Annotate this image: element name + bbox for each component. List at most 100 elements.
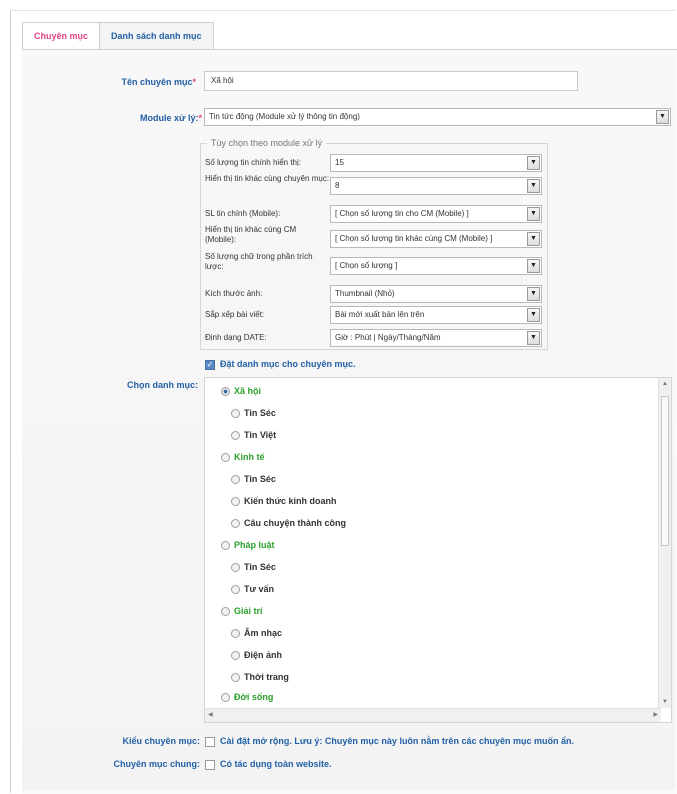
radio-icon[interactable]	[231, 651, 240, 661]
radio-icon[interactable]	[231, 563, 240, 573]
option-label: SL tin chính (Mobile):	[205, 209, 281, 218]
name-label: Tên chuyên mục*	[92, 77, 196, 87]
tree-node[interactable]: Tin Séc	[231, 473, 276, 485]
chevron-down-icon[interactable]: ▼	[527, 287, 540, 301]
tree-node[interactable]: Âm nhạc	[231, 627, 282, 639]
tab-bar: Chuyên mục Danh sách danh mục	[22, 22, 214, 50]
option-select[interactable]: 8 ▼	[330, 177, 542, 195]
radio-icon[interactable]	[221, 453, 230, 463]
tree-node-label: Giải trí	[234, 606, 263, 616]
radio-icon[interactable]	[221, 607, 230, 617]
module-label-text: Module xử lý:	[139, 113, 199, 123]
option-value: Giờ : Phút | Ngày/Tháng/Năm	[335, 333, 441, 342]
option-select[interactable]: Thumbnail (Nhỏ) ▼	[330, 285, 542, 303]
module-options-legend: Tùy chọn theo module xử lý	[211, 138, 323, 148]
module-select[interactable]: Tin tức động (Module xử lý thông tin độn…	[204, 108, 671, 126]
tree-node[interactable]: Giải trí	[221, 605, 263, 617]
option-value: [ Chọn số lượng tin khác cùng CM (Mobile…	[335, 234, 493, 243]
option-select[interactable]: Giờ : Phút | Ngày/Tháng/Năm ▼	[330, 329, 542, 347]
tree-node-label: Tin Séc	[244, 408, 276, 418]
tree-node[interactable]: Kiến thức kinh doanh	[231, 495, 337, 507]
radio-icon[interactable]	[231, 431, 240, 441]
chevron-down-icon[interactable]: ▼	[527, 331, 540, 345]
tree-node[interactable]: Xã hội	[221, 385, 261, 397]
radio-icon[interactable]	[231, 475, 240, 485]
tree-vertical-scrollbar[interactable]: ▲ ▼	[658, 378, 671, 708]
tree-node[interactable]: Pháp luật	[221, 539, 275, 551]
radio-icon[interactable]	[231, 673, 240, 683]
radio-icon[interactable]	[231, 497, 240, 507]
option-label: Kích thước ảnh:	[205, 289, 263, 298]
tree-node[interactable]: Tin Séc	[231, 561, 276, 573]
kieu-chuyen-muc-checkbox[interactable]	[205, 737, 215, 747]
set-category-checkbox[interactable]: ✓	[205, 360, 215, 370]
category-tree[interactable]: Xã hội Tin Séc Tin Việt Kinh tế Tin Séc …	[204, 377, 672, 723]
option-select[interactable]: [ Chọn số lượng ] ▼	[330, 257, 542, 275]
radio-icon[interactable]	[231, 519, 240, 529]
tree-node-label: Tin Séc	[244, 562, 276, 572]
tree-node-label: Thời trang	[244, 672, 289, 682]
option-label: Số lượng tin chính hiển thị:	[205, 158, 301, 167]
scroll-up-icon[interactable]: ▲	[662, 381, 668, 387]
required-mark: *	[192, 77, 196, 87]
chuyen-muc-chung-checkbox[interactable]	[205, 760, 215, 770]
radio-icon[interactable]	[221, 693, 230, 703]
tree-node-label: Điện ảnh	[244, 650, 283, 660]
tree-node[interactable]: Câu chuyện thành công	[231, 517, 346, 529]
tree-node-label: Tin Séc	[244, 474, 276, 484]
option-label: Định dạng DATE:	[205, 333, 267, 342]
tree-node-label: Tin Việt	[244, 430, 277, 440]
tree-node-label: Xã hội	[234, 386, 262, 396]
tree-node-label: Kinh tế	[234, 452, 265, 462]
option-select[interactable]: Bài mới xuất bản lên trên ▼	[330, 306, 542, 324]
scroll-left-icon[interactable]: ◀	[208, 711, 213, 718]
tree-node[interactable]: Đời sống	[221, 691, 273, 703]
option-label: Hiển thị tin khác cùng chuyên mục:	[205, 174, 330, 183]
tree-node-label: Kiến thức kinh doanh	[244, 496, 337, 506]
set-category-label: Đặt danh mục cho chuyên mục.	[220, 359, 356, 369]
chevron-down-icon[interactable]: ▼	[527, 207, 540, 221]
tree-node[interactable]: Tin Việt	[231, 429, 276, 441]
tree-node[interactable]: Thời trang	[231, 671, 289, 683]
chevron-down-icon[interactable]: ▼	[527, 308, 540, 322]
required-mark: *	[198, 113, 202, 123]
scrollbar-thumb[interactable]	[661, 396, 669, 546]
tree-node[interactable]: Kinh tế	[221, 451, 265, 463]
option-label: Số lượng chữ trong phần trích lược:	[205, 252, 313, 271]
option-value: Bài mới xuất bản lên trên	[335, 310, 425, 319]
kieu-chuyen-muc-text: Cài đặt mở rộng. Lưu ý: Chuyên mục này l…	[220, 736, 574, 746]
tree-node[interactable]: Tư vấn	[231, 583, 274, 595]
scroll-down-icon[interactable]: ▼	[662, 699, 668, 705]
option-label: Sắp xếp bài viết:	[205, 310, 265, 319]
chevron-down-icon[interactable]: ▼	[527, 179, 540, 193]
chevron-down-icon[interactable]: ▼	[656, 110, 669, 124]
radio-icon[interactable]	[231, 585, 240, 595]
radio-icon[interactable]	[221, 541, 230, 551]
option-value: 15	[335, 158, 344, 167]
chuyen-muc-chung-label: Chuyên mục chung:	[113, 759, 200, 769]
scroll-right-icon[interactable]: ▶	[653, 711, 658, 718]
radio-icon[interactable]	[231, 409, 240, 419]
option-select[interactable]: [ Chọn số lượng tin khác cùng CM (Mobile…	[330, 230, 542, 248]
option-select[interactable]: [ Chọn số lượng tin cho CM (Mobile) ] ▼	[330, 205, 542, 223]
option-value: 8	[335, 181, 340, 190]
tab-chuyen-muc[interactable]: Chuyên mục	[22, 22, 101, 49]
radio-icon[interactable]	[231, 629, 240, 639]
name-label-text: Tên chuyên mục	[121, 77, 193, 87]
chevron-down-icon[interactable]: ▼	[527, 259, 540, 273]
chevron-down-icon[interactable]: ▼	[527, 232, 540, 246]
name-input[interactable]: Xã hội	[204, 71, 578, 91]
tree-node[interactable]: Điện ảnh	[231, 649, 282, 661]
option-select[interactable]: 15 ▼	[330, 154, 542, 172]
option-value: [ Chọn số lượng ]	[335, 261, 398, 270]
tree-horizontal-scrollbar[interactable]: ◀ ▶	[205, 708, 661, 722]
tree-node-label: Tư vấn	[244, 584, 275, 594]
tab-danh-sach-danh-muc[interactable]: Danh sách danh mục	[100, 22, 214, 49]
radio-icon[interactable]	[221, 387, 230, 397]
option-value: [ Chọn số lượng tin cho CM (Mobile) ]	[335, 209, 469, 218]
tree-node[interactable]: Tin Séc	[231, 407, 276, 419]
chevron-down-icon[interactable]: ▼	[527, 156, 540, 170]
category-label: Chọn danh mục:	[127, 380, 198, 390]
chuyen-muc-chung-text: Có tác dụng toàn website.	[220, 759, 332, 769]
tree-node-label: Đời sống	[234, 692, 274, 702]
